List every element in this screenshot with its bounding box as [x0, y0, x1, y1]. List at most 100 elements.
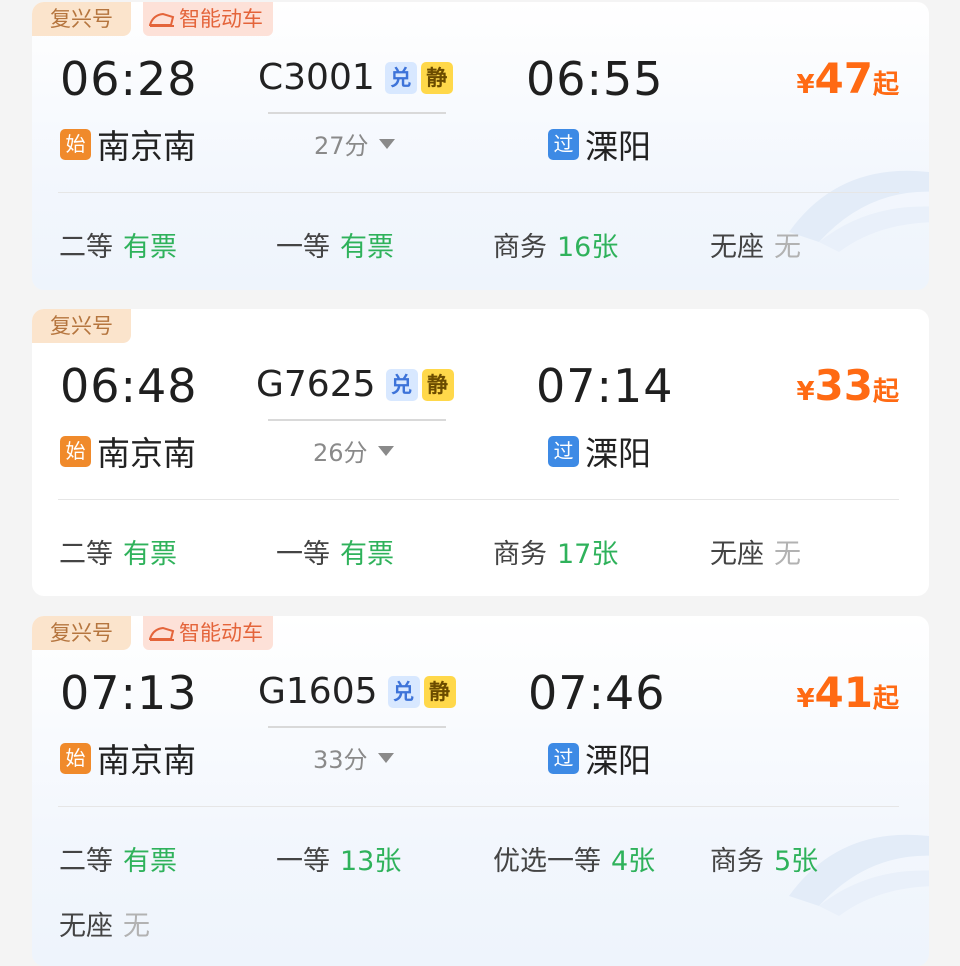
seat-second-class[interactable]: 二等 有票: [59, 225, 177, 264]
seat-status: 无: [123, 911, 150, 942]
seat-first-class[interactable]: 一等 有票: [276, 225, 394, 264]
duration-label: 33分: [313, 746, 368, 774]
train-watermark-icon: [789, 170, 929, 252]
pass-badge: 过: [548, 128, 579, 160]
train-number[interactable]: G7625 兑 静: [256, 364, 454, 405]
exchange-badge: 兑: [384, 61, 417, 94]
duration-toggle[interactable]: 27分: [314, 126, 395, 161]
seat-status: 17张: [557, 539, 619, 570]
quiet-badge: 静: [420, 61, 453, 94]
seat-status: 4张: [611, 846, 656, 877]
exchange-badge: 兑: [385, 368, 418, 401]
train-card[interactable]: 复兴号 06:48 G7625 兑 静 26分 07:14 始 南京南 过 溧阳…: [32, 309, 929, 596]
seat-name: 一等: [276, 846, 330, 877]
price-amount: 47: [814, 54, 873, 103]
price-amount: 41: [814, 668, 873, 717]
seat-second-class[interactable]: 二等 有票: [59, 839, 177, 878]
route-line: [268, 419, 446, 421]
price-currency: ¥: [796, 377, 815, 407]
seat-standing[interactable]: 无座无: [59, 904, 150, 943]
train-number[interactable]: C3001 兑 静: [258, 57, 453, 98]
seat-status: 有票: [123, 846, 177, 877]
tag-fuxing: 复兴号: [32, 616, 131, 650]
depart-time: 07:13: [60, 666, 198, 720]
seat-status: 有票: [340, 232, 394, 263]
seat-premium-first-class[interactable]: 优选一等 4张: [493, 839, 655, 878]
price: ¥ 47 起: [796, 54, 899, 103]
caret-down-icon: [378, 138, 395, 149]
from-station: 始 南京南: [60, 734, 196, 782]
exchange-badge: 兑: [387, 675, 420, 708]
price-currency: ¥: [796, 684, 815, 714]
seat-status: 16张: [557, 232, 619, 263]
seat-status: 无: [774, 539, 801, 570]
seat-name: 二等: [59, 539, 113, 570]
start-badge: 始: [60, 128, 91, 160]
seat-business[interactable]: 商务 16张: [493, 225, 618, 264]
seat-status: 有票: [340, 539, 394, 570]
train-number-label: G1605: [258, 671, 378, 712]
route-line: [268, 112, 446, 114]
tag-smart-emu-label: 智能动车: [179, 7, 263, 31]
tag-row: 复兴号 智能动车: [32, 616, 285, 650]
seat-name: 无座: [710, 539, 764, 570]
tag-row: 复兴号: [32, 309, 143, 343]
seat-first-class[interactable]: 一等 13张: [276, 839, 401, 878]
seat-status: 无: [774, 232, 801, 263]
arrive-time: 07:14: [536, 359, 674, 413]
train-card[interactable]: 复兴号 智能动车 06:28 C3001 兑 静 27分 06:55 始 南京南…: [32, 2, 929, 290]
from-station-name: 南京南: [97, 127, 196, 166]
caret-down-icon: [377, 752, 394, 763]
tag-smart-emu: 智能动车: [143, 2, 273, 36]
price-amount: 33: [814, 361, 873, 410]
seat-status: 13张: [340, 846, 402, 877]
price: ¥ 41 起: [796, 668, 899, 717]
route-line: [268, 726, 446, 728]
start-badge: 始: [60, 435, 91, 467]
seat-standing[interactable]: 无座无: [710, 225, 801, 264]
duration-label: 27分: [314, 132, 369, 160]
tag-row: 复兴号 智能动车: [32, 2, 285, 36]
seat-business[interactable]: 商务 5张: [710, 839, 818, 878]
train-number-label: C3001: [258, 57, 375, 98]
depart-time: 06:48: [60, 359, 198, 413]
depart-time: 06:28: [60, 52, 198, 106]
from-station: 始 南京南: [60, 120, 196, 168]
to-station-name: 溧阳: [585, 434, 651, 473]
duration-label: 26分: [313, 439, 368, 467]
arrive-time: 07:46: [528, 666, 666, 720]
to-station-name: 溧阳: [585, 127, 651, 166]
tag-smart-emu: 智能动车: [143, 616, 273, 650]
pass-badge: 过: [548, 742, 579, 774]
divider: [58, 192, 899, 193]
seat-second-class[interactable]: 二等 有票: [59, 532, 177, 571]
train-icon: [149, 12, 175, 27]
train-icon: [149, 626, 175, 641]
seat-name: 商务: [710, 846, 764, 877]
seat-first-class[interactable]: 一等 有票: [276, 532, 394, 571]
seat-status: 有票: [123, 232, 177, 263]
seat-name: 无座: [59, 911, 113, 942]
from-station: 始 南京南: [60, 427, 196, 475]
seat-name: 二等: [59, 232, 113, 263]
quiet-badge: 静: [421, 368, 454, 401]
to-station-name: 溧阳: [585, 741, 651, 780]
seat-name: 一等: [276, 539, 330, 570]
train-number[interactable]: G1605 兑 静: [258, 671, 456, 712]
train-card[interactable]: 复兴号 智能动车 07:13 G1605 兑 静 33分 07:46 始 南京南…: [32, 616, 929, 966]
tag-fuxing: 复兴号: [32, 2, 131, 36]
price-suffix: 起: [872, 377, 899, 407]
arrive-time: 06:55: [526, 52, 664, 106]
seat-standing[interactable]: 无座无: [710, 532, 801, 571]
duration-toggle[interactable]: 26分: [313, 433, 394, 468]
seat-business[interactable]: 商务 17张: [493, 532, 618, 571]
seat-name: 商务: [493, 232, 547, 263]
from-station-name: 南京南: [97, 741, 196, 780]
divider: [58, 499, 899, 500]
duration-toggle[interactable]: 33分: [313, 740, 394, 775]
tag-smart-emu-label: 智能动车: [179, 621, 263, 645]
to-station: 过 溧阳: [548, 734, 651, 782]
tag-fuxing: 复兴号: [32, 309, 131, 343]
to-station: 过 溧阳: [548, 427, 651, 475]
divider: [58, 806, 899, 807]
